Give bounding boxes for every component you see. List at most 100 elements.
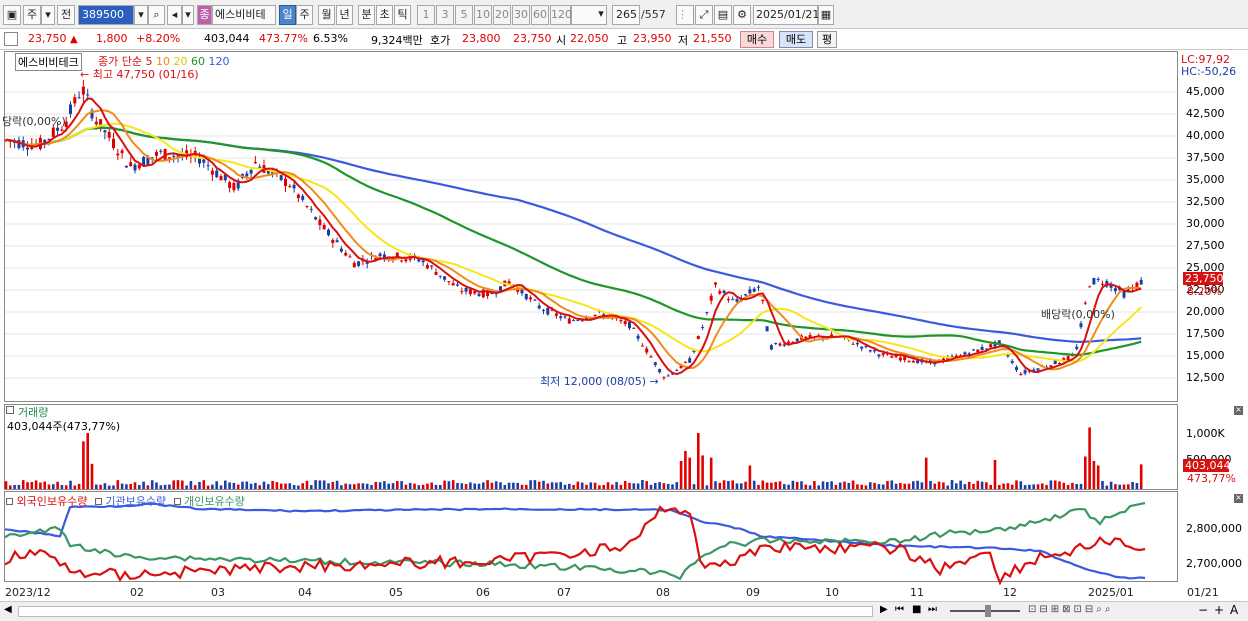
market-dropdown-icon[interactable]: ▾ xyxy=(41,5,55,25)
candle-body xyxy=(1049,365,1053,367)
speaker-icon[interactable]: ◂ xyxy=(167,5,182,25)
interval-dropdown-icon[interactable]: ▾ xyxy=(595,5,607,25)
volume-bar xyxy=(112,485,115,489)
volume-bar xyxy=(331,481,335,489)
chart-canvas xyxy=(4,79,1177,586)
zoom-out-icon[interactable]: − xyxy=(1198,603,1208,617)
volume-bar xyxy=(959,480,962,489)
volume-bar xyxy=(1114,484,1117,489)
interval-button[interactable]: 10 xyxy=(474,5,492,25)
gear-icon[interactable]: ⚙ xyxy=(733,5,751,25)
candle-body xyxy=(855,342,859,345)
font-size-icon[interactable]: A xyxy=(1230,603,1238,617)
candle-body xyxy=(1036,368,1040,371)
view-mode-icons[interactable]: ⊡⊟⊞⊠⊡⊟⌕⌕ xyxy=(1028,604,1113,615)
period-button[interactable]: 초 xyxy=(376,5,393,25)
volume-bar xyxy=(1053,480,1057,489)
volume-bar xyxy=(344,483,347,489)
expand-icon[interactable]: ⤢ xyxy=(695,5,713,25)
individual-line xyxy=(4,501,1146,581)
calendar-icon[interactable]: ▦ xyxy=(818,5,834,25)
holdings-ytick-2700k: 2,700,000 xyxy=(1186,557,1242,570)
save-icon[interactable]: ▤ xyxy=(714,5,732,25)
interval-button[interactable]: 60 xyxy=(531,5,549,25)
candle-body xyxy=(752,288,756,292)
interval-button[interactable]: 30 xyxy=(512,5,530,25)
volume-bar xyxy=(912,481,915,489)
candle-body xyxy=(688,358,692,363)
volume-close-icon[interactable]: × xyxy=(1234,406,1243,415)
layout-icon[interactable]: ▣ xyxy=(3,5,21,25)
volume-bar xyxy=(580,482,584,489)
zoom-slider-handle[interactable] xyxy=(985,605,991,617)
period-button[interactable]: 월 xyxy=(318,5,335,25)
last-page-icon[interactable]: ⏭ xyxy=(928,604,937,615)
candle-body xyxy=(339,248,343,252)
candle-body xyxy=(748,289,752,294)
high-price: 23,950 xyxy=(633,32,672,45)
volume-bar xyxy=(499,482,502,489)
stock-code-input[interactable]: 389500 xyxy=(78,5,134,25)
interval-button[interactable]: 120 xyxy=(550,5,572,25)
volume-bar xyxy=(486,480,489,489)
trade-amount: 9,324백만 xyxy=(371,34,423,47)
volume-bar xyxy=(469,482,472,489)
holdings-close-icon[interactable]: × xyxy=(1234,494,1243,503)
volume-bar xyxy=(318,480,322,489)
candle-body xyxy=(120,150,124,154)
volume-bar xyxy=(619,484,623,489)
price-ytick: 27,500 xyxy=(1186,239,1225,252)
candle-body xyxy=(245,173,249,177)
sell-button[interactable]: 매도 xyxy=(779,31,813,48)
candle-body xyxy=(1023,370,1027,374)
candle-body xyxy=(731,299,735,301)
candle-body xyxy=(576,319,580,321)
interval-button[interactable]: 5 xyxy=(455,5,473,25)
period-button[interactable]: 틱 xyxy=(394,5,411,25)
period-button[interactable]: 일 xyxy=(279,5,296,25)
high-label: 고 xyxy=(617,34,628,47)
period-button[interactable]: 년 xyxy=(336,5,353,25)
volume-bar xyxy=(361,483,365,489)
buy-button[interactable]: 매수 xyxy=(740,31,774,48)
scroll-left-icon[interactable]: ◀ xyxy=(4,604,12,615)
prev-button[interactable]: 전 xyxy=(57,5,75,25)
first-page-icon[interactable]: ⏮ xyxy=(895,604,904,615)
volume-value-text: 403,044주(473,77%) xyxy=(7,420,121,433)
period-button[interactable]: 분 xyxy=(358,5,375,25)
candle-body xyxy=(133,164,137,171)
grid-icon[interactable]: ⋮⋮ xyxy=(676,5,699,25)
interval-button[interactable]: 1 xyxy=(417,5,435,25)
price-change: 1,800 xyxy=(96,32,128,45)
candle-body xyxy=(202,159,206,163)
market-select[interactable]: 주 xyxy=(23,5,41,25)
candle-body xyxy=(735,299,739,302)
eval-button[interactable]: 평 xyxy=(817,31,837,48)
candle-body xyxy=(249,169,253,174)
quote-checkbox[interactable] xyxy=(4,32,18,46)
price-ytick: 15,000 xyxy=(1186,349,1225,362)
scroll-right-icon[interactable]: ▶ xyxy=(880,604,888,615)
period-button[interactable]: 주 xyxy=(296,5,313,25)
volume-panel-checkbox[interactable] xyxy=(6,406,14,414)
volume-bar xyxy=(1028,484,1031,489)
zoom-in-icon[interactable]: + xyxy=(1214,603,1224,617)
code-dropdown-icon[interactable]: ▾ xyxy=(134,5,148,25)
volume-bar xyxy=(1079,483,1083,489)
scroll-track[interactable] xyxy=(18,606,873,617)
date-input[interactable]: 2025/01/21 xyxy=(753,5,819,25)
volume-bar xyxy=(877,484,881,489)
search-icon[interactable]: ⌕ xyxy=(148,5,165,25)
volume-bar xyxy=(1101,480,1104,489)
quote-bar: 23,750 ▲ 1,800 +8.20% 403,044 473.77% 6.… xyxy=(0,29,1248,50)
volume-bar xyxy=(1071,482,1074,489)
speaker-dropdown-icon[interactable]: ▾ xyxy=(182,5,194,25)
interval-button[interactable]: 20 xyxy=(493,5,511,25)
candle-body xyxy=(542,309,545,311)
price-ytick: 20,000 xyxy=(1186,305,1225,318)
volume-bar xyxy=(439,484,442,489)
volume-bar xyxy=(942,482,945,489)
stop-icon[interactable]: ■ xyxy=(912,604,921,615)
interval-button[interactable]: 3 xyxy=(436,5,454,25)
bar-count-input[interactable]: 265 xyxy=(612,5,640,25)
